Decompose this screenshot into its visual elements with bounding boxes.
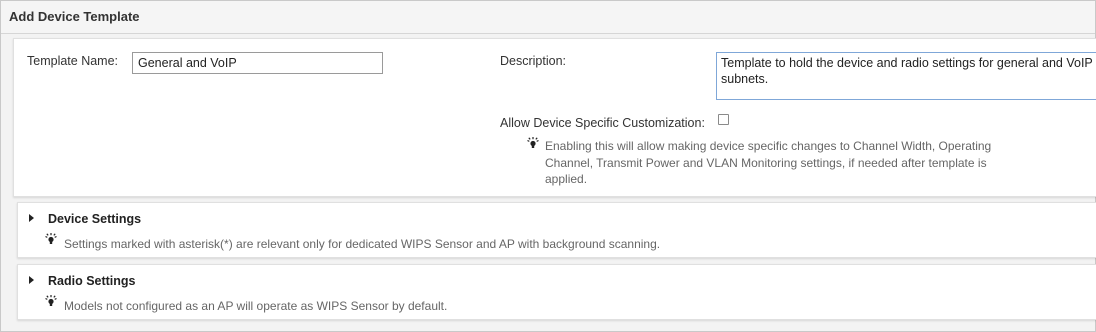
description-label: Description: xyxy=(500,54,566,68)
description-textarea[interactable]: Template to hold the device and radio se… xyxy=(716,52,1096,100)
lightbulb-icon xyxy=(45,233,57,244)
allow-customization-checkbox[interactable] xyxy=(718,114,729,125)
template-form-panel: Template Name: Description: Template to … xyxy=(13,38,1096,197)
radio-settings-title[interactable]: Radio Settings xyxy=(48,274,136,288)
template-name-label: Template Name: xyxy=(27,54,119,68)
allow-customization-label: Allow Device Specific Customization: xyxy=(500,116,705,130)
device-settings-title[interactable]: Device Settings xyxy=(48,212,141,226)
caret-right-icon[interactable] xyxy=(29,214,34,222)
lightbulb-icon xyxy=(527,137,539,148)
lightbulb-icon xyxy=(45,295,57,306)
radio-settings-hint: Models not configured as an AP will oper… xyxy=(64,299,448,313)
radio-settings-panel: Radio Settings Models not configured as … xyxy=(17,264,1096,320)
add-device-template-window: Add Device Template Template Name: Descr… xyxy=(0,0,1096,332)
allow-customization-hint: Enabling this will allow making device s… xyxy=(545,139,992,186)
device-settings-hint: Settings marked with asterisk(*) are rel… xyxy=(64,237,661,251)
caret-right-icon[interactable] xyxy=(29,276,34,284)
window-titlebar: Add Device Template xyxy=(1,1,1095,34)
device-settings-panel: Device Settings Settings marked with ast… xyxy=(17,202,1096,258)
window-title: Add Device Template xyxy=(9,9,140,24)
template-name-input[interactable] xyxy=(132,52,383,74)
